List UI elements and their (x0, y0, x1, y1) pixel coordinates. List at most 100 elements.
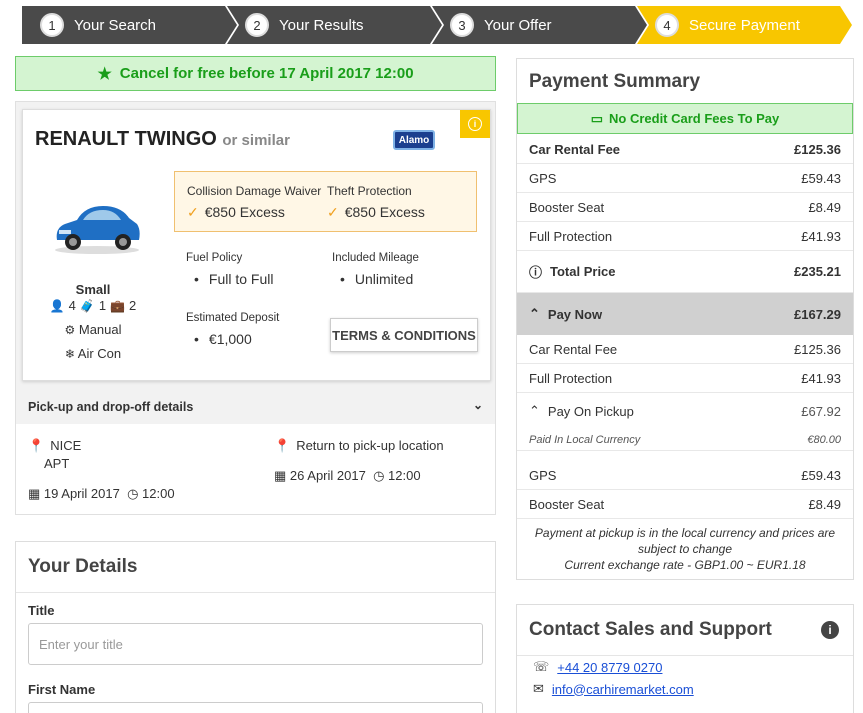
cover-box: Collision Damage Waiver ✓ €850 Excess The… (174, 171, 477, 232)
deposit-value: €1,000 (194, 331, 279, 347)
step-your-results[interactable]: 2 Your Results (227, 6, 442, 44)
pickup-location-line2: APT (44, 456, 70, 471)
summary-row: Car Rental Fee £125.36 (517, 135, 853, 164)
row-label: Booster Seat (529, 496, 605, 512)
chevron-down-icon: ⌄ (472, 398, 483, 412)
estimated-deposit: Estimated Deposit €1,000 (186, 312, 279, 347)
pickup-row: Booster Seat £8.49 (517, 490, 853, 519)
row-label: Full Protection (529, 228, 613, 244)
email-link[interactable]: info@carhiremarket.com (552, 682, 694, 697)
row-label: Car Rental Fee (529, 341, 618, 357)
first-name-input[interactable] (28, 702, 483, 713)
progress-steps: 1 Your Search 2 Your Results 3 Your Offe… (22, 6, 852, 44)
step-label: Your Search (74, 16, 157, 34)
note-line: Current exchange rate - GBP1.00 ~ EUR1.1… (564, 558, 806, 572)
info-icon[interactable]: i (460, 110, 490, 138)
clock-icon: ◷ (127, 486, 139, 501)
terms-conditions-button[interactable]: TERMS & CONDITIONS (330, 318, 478, 352)
included-mileage: Included Mileage Unlimited (332, 252, 419, 287)
mileage-label: Included Mileage (332, 252, 419, 264)
car-similar: or similar (222, 132, 290, 149)
details-title: Your Details (28, 556, 138, 577)
info-circle-icon[interactable]: ⓘ (529, 262, 542, 281)
pickup-date: 19 April 2017 (43, 486, 120, 501)
check-icon: ✓ (327, 204, 339, 220)
dropoff-datetime: ▦ 26 April 2017 ◷ 12:00 (274, 468, 421, 484)
pay-now-row: Car Rental Fee £125.36 (517, 335, 853, 364)
dropoff-location: 📍 Return to pick-up location (274, 438, 444, 454)
chevron-up-icon: ⌃ (529, 306, 540, 321)
note-line: subject to change (637, 542, 733, 556)
local-label: Paid In Local Currency (529, 433, 641, 446)
passenger-count: 4 (68, 298, 76, 313)
step-your-search[interactable]: 1 Your Search (22, 6, 237, 44)
summary-row: GPS £59.43 (517, 164, 853, 193)
your-details-panel: Your Details Title First Name (15, 541, 496, 713)
map-pin-icon: 📍 (274, 438, 291, 453)
step-number: 4 (655, 13, 679, 37)
pickup-dropoff-toggle[interactable]: Pick-up and drop-off details ⌄ (16, 392, 495, 422)
pay-pickup-label: Pay On Pickup (547, 403, 634, 419)
car-transmission: ⚙ Manual (23, 322, 163, 337)
cdw-label: Collision Damage Waiver (187, 184, 322, 198)
row-amount: £59.43 (801, 467, 841, 483)
gearbox-icon: ⚙ (64, 323, 76, 337)
pickup-location-line1: NICE (50, 438, 82, 453)
total-label: Total Price (550, 264, 616, 279)
local-currency-row: Paid In Local Currency €80.00 (517, 429, 853, 451)
local-amount: €80.00 (807, 433, 841, 446)
title-label: Title (28, 603, 55, 618)
row-label: GPS (529, 467, 557, 483)
star-icon: ★ (97, 65, 112, 83)
no-fees-text: No Credit Card Fees To Pay (609, 111, 780, 126)
aircon-label: Air Con (77, 346, 122, 361)
car-panel: i RENAULT TWINGO or similar Alamo Small … (15, 101, 496, 515)
step-number: 3 (450, 13, 474, 37)
car-card: i RENAULT TWINGO or similar Alamo Small … (22, 109, 491, 381)
map-pin-icon: 📍 (28, 438, 45, 453)
phone-link[interactable]: +44 20 8779 0270 (557, 660, 662, 675)
total-price-row: ⓘ Total Price £235.21 (517, 251, 853, 293)
pickup-header-label: Pick-up and drop-off details (28, 400, 194, 414)
fuel-label: Fuel Policy (186, 252, 243, 264)
check-icon: ✓ (187, 204, 199, 220)
transmission-label: Manual (78, 322, 122, 337)
pay-now-label: Pay Now (547, 306, 603, 322)
car-aircon: ❄ Air Con (23, 346, 163, 361)
pay-now-amount: £167.29 (794, 306, 841, 322)
step-your-offer[interactable]: 3 Your Offer (432, 6, 647, 44)
note-line: Payment at pickup is in the local curren… (534, 526, 836, 540)
pickup-datetime: ▦ 19 April 2017 ◷ 12:00 (28, 486, 175, 502)
step-number: 2 (245, 13, 269, 37)
contact-title: Contact Sales and Support (529, 619, 772, 640)
contact-phone: ☏ +44 20 8779 0270 (533, 659, 662, 675)
free-cancellation-banner: ★ Cancel for free before 17 April 2017 1… (15, 56, 496, 91)
fuel-policy: Fuel Policy Full to Full (186, 252, 273, 287)
step-label: Secure Payment (689, 16, 800, 34)
info-icon[interactable]: i (821, 621, 839, 639)
row-amount: £59.43 (801, 170, 841, 186)
phone-icon: ☏ (533, 659, 550, 674)
row-amount: £8.49 (808, 199, 841, 215)
envelope-icon: ✉ (533, 681, 544, 696)
title-input[interactable] (28, 623, 483, 665)
contact-panel: Contact Sales and Support i ☏ +44 20 877… (516, 604, 854, 713)
small-bag-icon: 💼 (110, 298, 126, 313)
large-bag-count: 1 (98, 298, 107, 313)
pickup-location-2: APT (44, 456, 69, 471)
row-amount: £125.36 (794, 341, 841, 357)
car-title: RENAULT TWINGO or similar (35, 128, 290, 151)
pay-now-toggle[interactable]: ⌃ Pay Now £167.29 (517, 293, 853, 335)
row-label: Car Rental Fee (529, 141, 621, 157)
dropoff-date: 26 April 2017 (289, 468, 366, 483)
theft-item: Theft Protection ✓ €850 Excess (327, 184, 425, 221)
total-amount: £235.21 (794, 264, 841, 279)
pay-on-pickup-toggle[interactable]: ⌃ Pay On Pickup £67.92 (517, 393, 853, 429)
car-size: Small (75, 282, 111, 297)
summary-row: Full Protection £41.93 (517, 222, 853, 251)
divider (16, 592, 495, 593)
cdw-value: €850 Excess (204, 204, 285, 220)
step-label: Your Offer (484, 16, 552, 34)
calendar-icon: ▦ (28, 486, 41, 501)
pickup-dropoff-details: 📍 NICE APT ▦ 19 April 2017 ◷ 12:00 📍 Retur… (16, 424, 495, 514)
